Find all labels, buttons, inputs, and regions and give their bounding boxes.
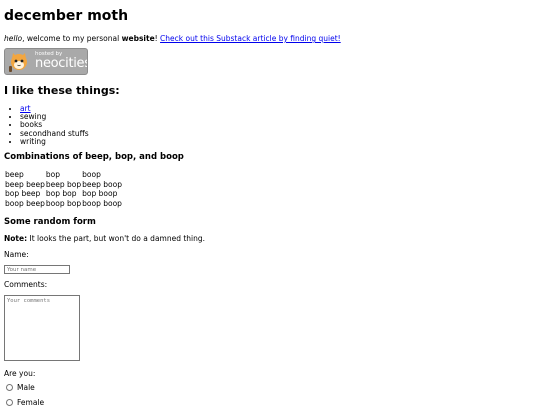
table-cell: beep bop	[45, 179, 82, 189]
table-row: boop beep boop bop boop boop	[4, 199, 122, 209]
combos-heading: Combinations of beep, bop, and boop	[4, 152, 184, 162]
form-heading: Some random form	[4, 217, 96, 227]
page-title: december moth	[4, 8, 129, 24]
intro-welcome-text: , welcome to my personal	[22, 34, 122, 43]
are-you-label: Are you:	[4, 369, 36, 378]
neocities-cat-icon	[9, 53, 27, 72]
table-cell: bop	[45, 170, 61, 179]
table-cell: beep beep	[5, 179, 45, 189]
list-item: writing	[20, 137, 89, 146]
table-row: bop beep bop bop bop boop	[4, 189, 122, 199]
table-cell: bop boop	[82, 189, 118, 199]
note-text: It looks the part, but won't do a damned…	[27, 234, 206, 243]
table-cell: bop beep	[5, 189, 41, 199]
name-field[interactable]	[4, 265, 70, 274]
intro-paragraph: hello, welcome to my personal website! C…	[4, 34, 341, 44]
comments-label: Comments:	[4, 280, 48, 289]
table-cell: boop bop	[45, 199, 82, 209]
radio-option-male[interactable]: Male	[4, 383, 35, 393]
table-row: beep bop boop	[4, 170, 122, 180]
likes-heading: I like these things:	[4, 84, 120, 97]
radio-label: Female	[17, 398, 45, 407]
intro-greeting: hello	[4, 34, 23, 43]
intro-bold-word: website	[121, 34, 155, 43]
radio-option-female[interactable]: Female	[4, 398, 44, 408]
table-cell: boop	[82, 170, 101, 179]
table-cell: beep	[5, 170, 24, 179]
table-cell: boop boop	[82, 199, 122, 209]
table-row: beep beep beep bop beep boop	[4, 180, 122, 190]
comments-field[interactable]	[4, 295, 80, 361]
combos-table: beep bop boop beep beep beep bop beep bo…	[4, 170, 122, 209]
form-note: Note: It looks the part, but won't do a …	[4, 234, 205, 244]
table-cell: beep boop	[82, 179, 122, 189]
radio-label: Male	[17, 383, 35, 392]
neocities-badge[interactable]: hosted by neocities	[4, 48, 88, 75]
name-label: Name:	[4, 250, 29, 259]
radio-button[interactable]	[6, 384, 13, 391]
table-cell: bop bop	[45, 189, 77, 199]
likes-list: art sewing books secondhand stuffs writi…	[4, 104, 89, 146]
substack-article-link[interactable]: Check out this Substack article by findi…	[160, 34, 341, 43]
note-label: Note:	[4, 234, 28, 243]
table-cell: boop beep	[5, 199, 45, 209]
badge-brand-text: neocities	[35, 56, 88, 71]
